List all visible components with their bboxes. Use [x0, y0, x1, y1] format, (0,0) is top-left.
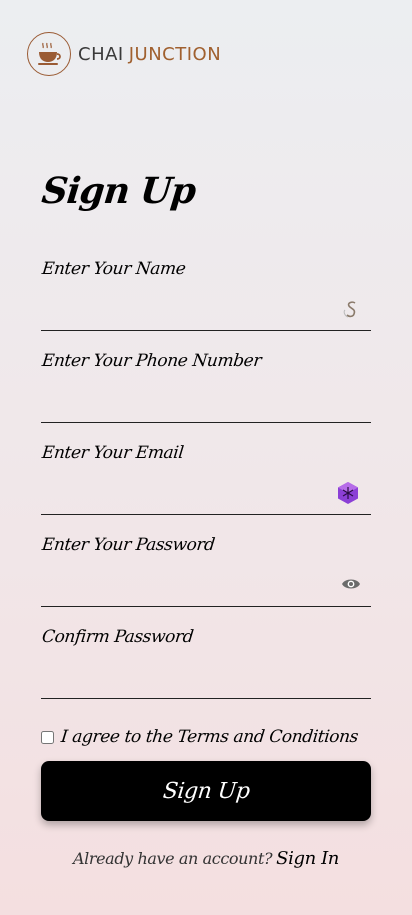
sign-in-prompt: Already have an account? Sign In [0, 848, 412, 869]
confirm-password-input[interactable] [41, 668, 331, 696]
phone-label: Enter Your Phone Number [40, 351, 263, 371]
confirm-password-field[interactable]: Confirm Password [41, 627, 371, 699]
email-field[interactable]: Enter Your Email [41, 443, 371, 515]
name-label: Enter Your Name [40, 259, 187, 279]
brand-logo[interactable]: CHAI JUNCTION [27, 31, 221, 77]
sign-in-question: Already have an account? [72, 849, 273, 868]
terms-label[interactable]: I agree to the Terms and Conditions [60, 727, 359, 747]
email-input[interactable] [41, 484, 331, 512]
brand-word-junction: JUNCTION [128, 43, 222, 65]
brand-word-chai: CHAI [78, 43, 124, 65]
sign-up-button[interactable]: Sign Up [41, 761, 371, 821]
page-title: Sign Up [39, 170, 198, 212]
brand-name: CHAI JUNCTION [78, 44, 221, 65]
name-field[interactable]: Enter Your Name [41, 259, 371, 331]
coffee-cup-icon [27, 32, 71, 76]
name-input[interactable] [41, 300, 331, 328]
extension-cube-icon[interactable] [336, 481, 360, 505]
password-input[interactable] [41, 576, 331, 604]
terms-row[interactable]: I agree to the Terms and Conditions [41, 727, 359, 747]
password-label: Enter Your Password [40, 535, 216, 555]
confirm-password-label: Confirm Password [40, 627, 195, 647]
email-label: Enter Your Email [40, 443, 185, 463]
grammarly-s-icon[interactable] [341, 300, 361, 320]
phone-field[interactable]: Enter Your Phone Number [41, 351, 371, 423]
sign-up-button-label: Sign Up [161, 778, 251, 804]
sign-in-link[interactable]: Sign In [276, 848, 339, 869]
phone-input[interactable] [41, 392, 331, 420]
terms-checkbox[interactable] [41, 730, 54, 744]
password-field[interactable]: Enter Your Password [41, 535, 371, 607]
eye-icon[interactable] [341, 574, 361, 594]
